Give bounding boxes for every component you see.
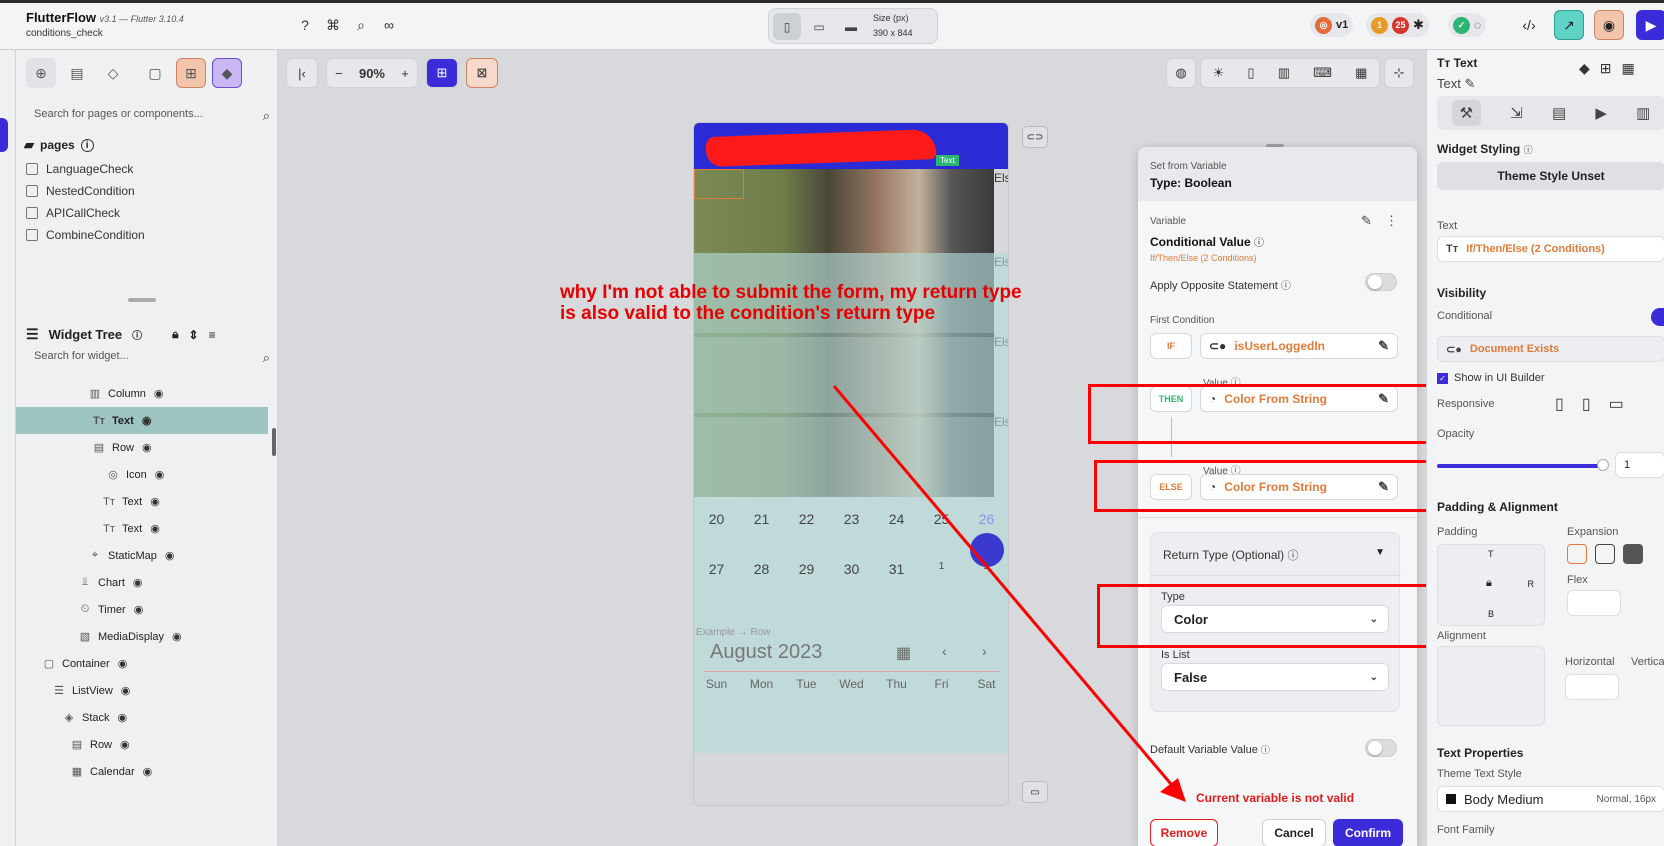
text-type-icon: Tт: [1446, 243, 1459, 255]
expansion-expanded-icon[interactable]: [1595, 544, 1615, 564]
tablet-icon[interactable]: ▯: [1582, 394, 1591, 414]
expansion-flexible-icon[interactable]: [1567, 544, 1587, 564]
tablet-landscape-icon[interactable]: ▭: [1609, 394, 1624, 414]
flex-label: Flex: [1567, 574, 1588, 586]
animation-tab[interactable]: ▶: [1595, 104, 1607, 122]
opacity-slider[interactable]: [1437, 464, 1601, 468]
horizontal-input[interactable]: [1565, 674, 1619, 700]
toggle-icon: ⊂●: [1446, 343, 1462, 356]
widget-name[interactable]: Text ✎: [1437, 76, 1475, 92]
text-value-field[interactable]: Tт If/Then/Else (2 Conditions): [1437, 236, 1664, 262]
widget-styling-text: Widget Styling: [1437, 142, 1521, 156]
edit-icon: ✎: [1464, 76, 1476, 91]
text-value: If/Then/Else (2 Conditions): [1466, 243, 1605, 255]
widget-type: Tт Text: [1437, 56, 1477, 70]
diamond-icon[interactable]: ◆: [1579, 60, 1590, 77]
responsive-options: ▯ ▯ ▭: [1555, 394, 1624, 414]
widget-type-text: Text: [1453, 56, 1478, 70]
opacity-input[interactable]: 1: [1615, 452, 1664, 478]
annotation-arrow: [832, 385, 1186, 802]
add-icon[interactable]: ⊞: [1600, 60, 1612, 77]
theme-text-style-label: Theme Text Style: [1437, 768, 1522, 780]
panel-actions: ◆ ⊞ ▦: [1579, 60, 1635, 77]
alignment-label: Alignment: [1437, 630, 1486, 642]
vertical-label: Vertica: [1631, 656, 1664, 668]
document-exists-value: Document Exists: [1469, 343, 1560, 355]
theme-style-button[interactable]: Theme Style Unset: [1437, 162, 1664, 190]
checkbox-icon: ✓: [1437, 372, 1448, 384]
text-type-icon: Tт: [1437, 56, 1451, 70]
widget-name-text: Text: [1437, 76, 1461, 91]
conditional-label: Conditional: [1437, 310, 1493, 322]
text-style-select[interactable]: Body Medium Normal, 16px: [1437, 786, 1664, 812]
padding-top-label: T: [1488, 549, 1494, 559]
widget-styling-header: Widget Styling ⓘ: [1437, 142, 1533, 156]
padding-alignment-header: Padding & Alignment: [1437, 500, 1558, 514]
text-properties-header: Text Properties: [1437, 746, 1524, 760]
padding-bottom-label: B: [1488, 609, 1495, 619]
opacity-label: Opacity: [1437, 428, 1475, 440]
panel-tabs: ⚒ ⇲ ▤ ▶ ▥: [1437, 96, 1664, 130]
show-ui-checkbox[interactable]: ✓ Show in UI Builder: [1437, 372, 1545, 384]
expansion-label: Expansion: [1567, 526, 1619, 538]
actions-tab[interactable]: ⇲: [1510, 104, 1523, 122]
properties-tab[interactable]: ⚒: [1451, 100, 1482, 126]
color-swatch: [1446, 794, 1456, 804]
responsive-label: Responsive: [1437, 398, 1495, 410]
body-medium-text: Body Medium: [1464, 791, 1544, 807]
conditional-toggle[interactable]: [1651, 308, 1664, 326]
flex-input[interactable]: [1567, 590, 1621, 616]
document-exists-field[interactable]: ⊂● Document Exists: [1437, 336, 1664, 362]
show-ui-text: Show in UI Builder: [1454, 372, 1545, 384]
padding-label: Padding: [1437, 526, 1478, 538]
text-label: Text: [1437, 220, 1458, 232]
backend-tab[interactable]: ▤: [1552, 104, 1566, 122]
grid-icon[interactable]: ▦: [1622, 60, 1635, 77]
phone-icon[interactable]: ▯: [1555, 394, 1564, 414]
properties-panel: Tт Text Text ✎ ◆ ⊞ ▦ ⚒ ⇲ ▤ ▶ ▥ Widget St…: [1426, 50, 1664, 846]
text-style-meta: Normal, 16px: [1596, 793, 1656, 805]
info-icon: ⓘ: [1523, 145, 1533, 155]
font-family-label: Font Family: [1437, 824, 1495, 836]
opacity-slider-thumb[interactable]: [1597, 459, 1609, 471]
expansion-fixed-icon[interactable]: [1623, 544, 1643, 564]
horizontal-label: Horizontal: [1565, 656, 1615, 668]
docs-tab[interactable]: ▥: [1636, 104, 1650, 122]
padding-editor[interactable]: T R B 🔒︎: [1437, 544, 1545, 626]
alignment-grid[interactable]: [1437, 646, 1545, 726]
padding-right-label: R: [1527, 579, 1535, 589]
visibility-header: Visibility: [1437, 286, 1487, 300]
lock-icon[interactable]: 🔒︎: [1486, 577, 1492, 590]
expansion-options: [1567, 544, 1643, 564]
